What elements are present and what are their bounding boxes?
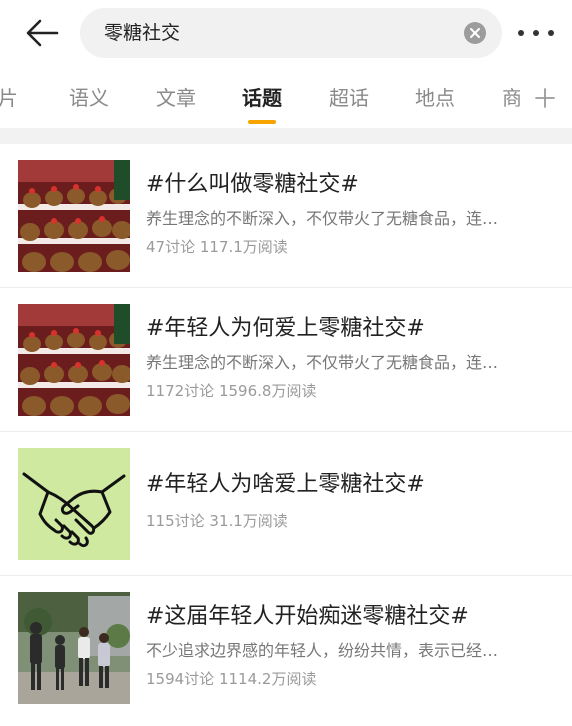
handshake-icon [18, 448, 130, 560]
topic-row[interactable]: #年轻人为啥爱上零糖社交# 115讨论 31.1万阅读 [0, 432, 572, 576]
section-divider [0, 128, 572, 144]
clear-search-button[interactable] [464, 22, 486, 44]
active-tab-indicator [248, 120, 276, 124]
tab-images[interactable]: 图片 [0, 84, 18, 112]
topic-row[interactable]: #什么叫做零糖社交# 养生理念的不断深入，不仅带火了无糖食品，连… 47讨论 1… [0, 144, 572, 288]
topic-thumbnail [18, 448, 130, 560]
topic-discussions: 47讨论 [146, 238, 200, 256]
capybara-plush-image [18, 304, 130, 416]
people-walking-image [18, 592, 130, 704]
topic-reads: 31.1万阅读 [209, 512, 288, 530]
topic-title: #年轻人为何爱上零糖社交# [146, 316, 425, 341]
tab-super-topics[interactable]: 超话 [329, 84, 369, 112]
topic-reads: 117.1万阅读 [199, 238, 288, 256]
tab-places[interactable]: 地点 [415, 84, 455, 112]
topic-description: 养生理念的不断深入，不仅带火了无糖食品，连… [146, 209, 499, 228]
back-arrow-icon [26, 19, 59, 47]
topic-stats: 115讨论 31.1万阅读 [146, 510, 288, 532]
search-query-text: 零糖社交 [104, 22, 181, 44]
tab-semantic[interactable]: 语义 [69, 84, 109, 112]
topic-title: #这届年轻人开始痴迷零糖社交# [146, 604, 469, 629]
tab-shop[interactable]: 商 [502, 84, 520, 112]
more-icon-dot [533, 30, 539, 36]
topic-description: 养生理念的不断深入，不仅带火了无糖食品，连… [146, 353, 499, 372]
back-button[interactable] [22, 14, 62, 52]
more-icon [518, 30, 524, 36]
top-bar: 零糖社交 [0, 0, 572, 66]
topic-thumbnail [18, 304, 130, 416]
add-icon [535, 88, 555, 108]
tab-articles[interactable]: 文章 [156, 84, 196, 112]
topic-discussions: 1172讨论 [146, 382, 219, 400]
capybara-plush-image [18, 160, 130, 272]
topic-title: #年轻人为啥爱上零糖社交# [146, 472, 425, 497]
more-icon-dot [548, 30, 554, 36]
topic-stats: 1172讨论 1596.8万阅读 [146, 380, 316, 402]
topic-discussions: 1594讨论 [146, 670, 219, 688]
topic-reads: 1596.8万阅读 [218, 382, 317, 400]
tab-topics[interactable]: 话题 [242, 84, 282, 112]
topic-stats: 1594讨论 1114.2万阅读 [146, 668, 316, 690]
topic-thumbnail [18, 592, 130, 704]
topic-title: #什么叫做零糖社交# [146, 172, 359, 197]
topic-row[interactable]: #这届年轻人开始痴迷零糖社交# 不少追求边界感的年轻人，纷纷共情，表示已经… 1… [0, 576, 572, 720]
search-input[interactable]: 零糖社交 [80, 8, 502, 58]
topic-discussions: 115讨论 [146, 512, 210, 530]
more-button[interactable] [516, 22, 556, 44]
topic-thumbnail [18, 160, 130, 272]
topic-reads: 1114.2万阅读 [218, 670, 317, 688]
category-tabs: 图片 语义 文章 话题 超话 地点 商 [0, 76, 572, 126]
topic-stats: 47讨论 117.1万阅读 [146, 236, 288, 258]
topic-row[interactable]: #年轻人为何爱上零糖社交# 养生理念的不断深入，不仅带火了无糖食品，连… 117… [0, 288, 572, 432]
add-tab-button[interactable] [530, 84, 560, 112]
topic-description: 不少追求边界感的年轻人，纷纷共情，表示已经… [146, 641, 499, 660]
clear-icon [470, 28, 480, 38]
